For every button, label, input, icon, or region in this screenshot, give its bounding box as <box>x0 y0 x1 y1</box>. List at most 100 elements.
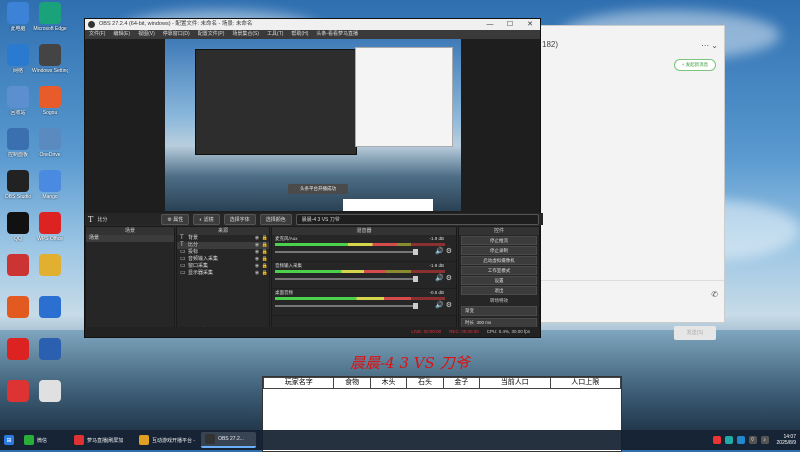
nested-window-capture <box>355 47 453 147</box>
new-message-button[interactable]: + 发起新消息 <box>674 59 716 71</box>
volume-slider[interactable] <box>275 249 418 255</box>
send-button[interactable]: 发送(S) <box>674 326 716 340</box>
menu-item[interactable]: 配置文件(P) <box>198 30 225 39</box>
desktop-shortcut[interactable]: Microsoft Edge <box>32 2 68 32</box>
column-header: 石头 <box>406 377 444 389</box>
source-item[interactable]: T 背景 ◉ 🔒 <box>177 235 269 242</box>
taskbar-app[interactable]: 萝马直播|刷屏加 <box>70 432 133 448</box>
desktop-shortcut[interactable]: OneDrive <box>32 128 68 158</box>
menu-item[interactable]: 编辑(E) <box>113 30 130 39</box>
speaker-icon[interactable]: 🔊 <box>435 248 444 255</box>
menu-item[interactable]: 文件(F) <box>89 30 105 39</box>
desktop-shortcut[interactable]: 控制面板 <box>0 128 36 158</box>
channel-settings-icon[interactable]: ⚙ <box>446 275 452 282</box>
source-item[interactable]: ▭ 窗口采集 ◉ 🔒 <box>177 263 269 270</box>
transition-select[interactable]: 渐变 <box>461 306 537 316</box>
cpu-indicator: CPU: 0.4%, 30.00 fps <box>486 329 530 334</box>
desktop-shortcut[interactable]: 此电脑 <box>0 2 36 32</box>
control-button[interactable]: 启动虚拟摄像机 <box>461 256 537 265</box>
menu-item[interactable]: 场景集合(S) <box>232 30 259 39</box>
phone-icon[interactable]: ✆ <box>711 290 718 299</box>
lock-icon[interactable]: 🔒 <box>261 270 269 277</box>
current-source-name: 比分 <box>97 216 108 223</box>
filters-button[interactable]: ◐ 滤镜 <box>193 213 220 225</box>
obs-preview[interactable]: 头条平台开播成功 <box>85 39 540 213</box>
source-item[interactable]: ▭ 投标 ◉ 🔒 <box>177 249 269 256</box>
chrome-icon <box>139 435 149 445</box>
visibility-eye-icon[interactable]: ◉ <box>253 249 261 256</box>
lock-icon[interactable]: 🔒 <box>261 256 269 263</box>
desktop-shortcut[interactable] <box>32 380 68 404</box>
obs-titlebar: OBS 27.2.4 (64-bit, windows) - 配置文件: 未命名… <box>85 19 540 30</box>
clock[interactable]: 14:07 2025/8/9 <box>777 434 796 446</box>
volume-slider[interactable] <box>275 303 418 309</box>
minimize-icon[interactable]: — <box>480 19 500 30</box>
start-button[interactable]: ⊞ <box>0 432 18 448</box>
source-item[interactable]: ▭ 显示器采集 ◉ 🔒 <box>177 270 269 277</box>
visibility-eye-icon[interactable]: ◉ <box>253 270 261 277</box>
channel-settings-icon[interactable]: ⚙ <box>446 248 452 255</box>
lock-icon[interactable]: 🔒 <box>261 263 269 270</box>
control-button[interactable]: 停止录制 <box>461 246 537 255</box>
select-font-button[interactable]: 选择字体 <box>223 213 256 225</box>
desktop-shortcut[interactable] <box>32 296 68 320</box>
properties-button[interactable]: ⚙ 属性 <box>161 213 190 225</box>
speaker-icon[interactable]: 🔊 <box>435 275 444 282</box>
desktop-shortcut[interactable]: OBS Studio <box>0 170 36 200</box>
lock-icon[interactable]: 🔒 <box>261 235 269 242</box>
control-button[interactable]: 设置 <box>461 276 537 285</box>
chat-menu-icon[interactable]: ⋯ ⌄ <box>701 41 718 50</box>
speaker-icon[interactable]: 🔊 <box>435 302 444 309</box>
obs-logo-icon <box>88 21 95 28</box>
desktop-shortcut[interactable]: Windows Settings <box>32 44 68 74</box>
taskbar-app[interactable]: OBS 27.2... <box>201 432 257 448</box>
desktop-shortcut[interactable] <box>0 254 36 278</box>
source-item[interactable]: ▭ 音频输入采集 ◉ 🔒 <box>177 256 269 263</box>
desktop-shortcut[interactable] <box>32 338 68 362</box>
menu-item[interactable]: 帮助(H) <box>291 30 308 39</box>
text-value-field[interactable]: 晨晨-4 3 VS 刀爷 <box>295 213 539 225</box>
visibility-eye-icon[interactable]: ◉ <box>253 242 261 249</box>
control-button[interactable]: 工作室模式 <box>461 266 537 275</box>
desktop-shortcut[interactable]: 回收站 <box>0 86 36 116</box>
volume-icon[interactable]: ♪ <box>760 436 769 444</box>
desktop-shortcut[interactable]: WPS Office <box>32 212 68 242</box>
tray-app-icon[interactable] <box>724 436 733 444</box>
desktop-shortcut[interactable] <box>0 296 36 320</box>
taskbar-app[interactable]: 微信 <box>20 432 68 448</box>
menu-item[interactable]: 头条-看看萝马直播 <box>316 30 358 39</box>
desktop-shortcut[interactable] <box>0 380 36 404</box>
mixer-header: 混音器 <box>272 227 456 235</box>
volume-slider[interactable] <box>275 276 418 282</box>
taskbar-app[interactable]: 互动游戏开播平台 - <box>135 432 199 448</box>
desktop-shortcut[interactable] <box>32 254 68 278</box>
desktop-shortcut[interactable]: Mango <box>32 170 68 200</box>
scenes-header: 场景 <box>86 227 174 235</box>
desktop-shortcut[interactable]: 网络 <box>0 44 36 74</box>
visibility-eye-icon[interactable]: ◉ <box>253 235 261 242</box>
mango-icon <box>39 170 61 192</box>
tray-app-icon[interactable] <box>736 436 745 444</box>
menu-item[interactable]: 工具(T) <box>267 30 283 39</box>
desktop-shortcut[interactable]: QQ <box>0 212 36 242</box>
close-icon[interactable]: ✕ <box>520 19 540 30</box>
channel-name: 桌面音频 <box>275 290 293 295</box>
source-item[interactable]: T 比分 ◉ 🔒 <box>177 242 269 249</box>
maximize-icon[interactable]: ☐ <box>500 19 520 30</box>
desktop-shortcut[interactable] <box>0 338 36 362</box>
tray-app-icon[interactable] <box>712 436 721 444</box>
desktop-shortcut[interactable]: Sogou <box>32 86 68 116</box>
control-button[interactable]: 停止推流 <box>461 236 537 245</box>
scene-item[interactable]: 场景 <box>86 235 174 242</box>
visibility-eye-icon[interactable]: ◉ <box>253 263 261 270</box>
select-color-button[interactable]: 选择颜色 <box>259 213 292 225</box>
visibility-eye-icon[interactable]: ◉ <box>253 256 261 263</box>
lock-icon[interactable]: 🔒 <box>261 242 269 249</box>
control-button[interactable]: 退出 <box>461 286 537 295</box>
lock-icon[interactable]: 🔒 <box>261 249 269 256</box>
network-icon[interactable]: ⌔ <box>748 436 757 444</box>
menu-item[interactable]: 视图(V) <box>138 30 155 39</box>
channel-settings-icon[interactable]: ⚙ <box>446 302 452 309</box>
rec-indicator: REC: 00:00:00 <box>449 329 479 334</box>
menu-item[interactable]: 停靠窗口(D) <box>163 30 190 39</box>
